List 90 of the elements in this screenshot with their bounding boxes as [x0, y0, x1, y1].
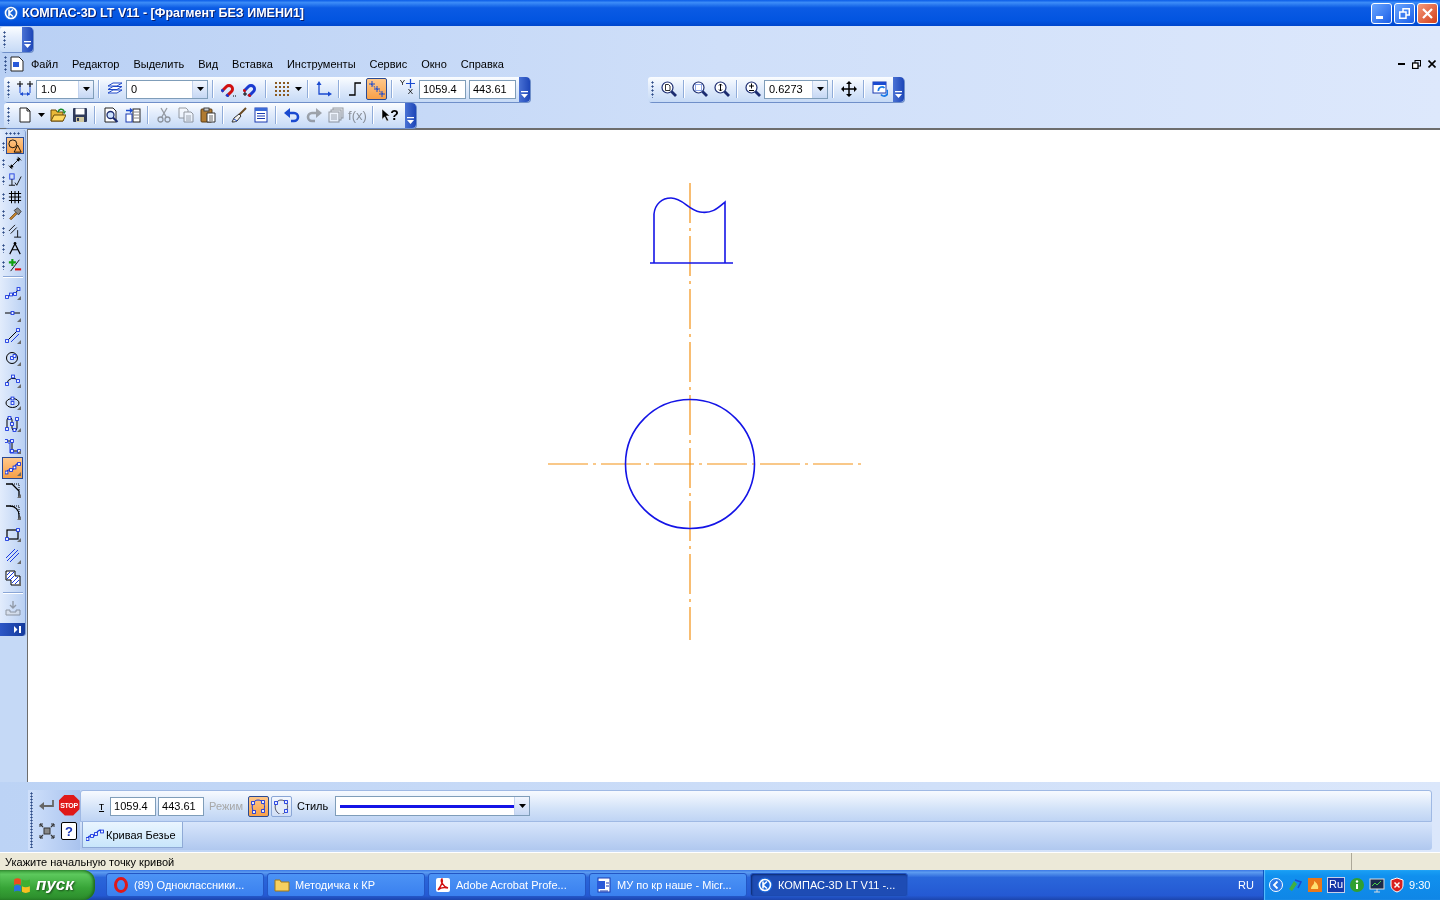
help-button[interactable]: ? [61, 822, 77, 840]
menu-item[interactable]: Сервис [362, 56, 415, 72]
caret-icon[interactable] [518, 804, 526, 808]
menu-item[interactable]: Файл [24, 56, 66, 72]
caret-icon[interactable] [37, 113, 45, 117]
toolbar-grip[interactable] [4, 55, 7, 73]
toolbar-grip[interactable] [2, 140, 5, 151]
layer-combo[interactable]: 0 [126, 79, 208, 99]
dropdown-button[interactable] [514, 797, 530, 815]
arrow-cursor-icon[interactable] [381, 108, 391, 122]
dropdown-button[interactable] [78, 80, 93, 98]
toolbar-grip[interactable] [4, 130, 21, 137]
toolbar-options-button[interactable] [893, 76, 904, 102]
caret-icon[interactable] [196, 87, 204, 91]
menu-item[interactable]: Окно [414, 56, 454, 72]
line-style-combo[interactable] [335, 796, 531, 816]
menu-item[interactable]: Вид [191, 56, 226, 72]
x-coordinate-field[interactable]: 1059.4 [419, 79, 466, 99]
dropdown-button[interactable] [192, 80, 207, 98]
restore-button[interactable] [1394, 2, 1415, 24]
scale-combo[interactable]: 0.6273 [764, 79, 828, 99]
document-icon[interactable] [10, 56, 24, 72]
point-label: т [99, 800, 105, 812]
close-icon[interactable] [1428, 60, 1436, 68]
bar-caret-icon[interactable] [895, 90, 902, 98]
bezier-curve-tab[interactable]: Кривая Безье [82, 822, 183, 848]
flag-icon[interactable] [13, 876, 32, 894]
crosshair-icon[interactable] [406, 78, 415, 88]
toolbar-options-button[interactable] [519, 76, 530, 102]
y-coordinate-field[interactable]: 443.61 [469, 79, 516, 99]
flame-tile-icon[interactable] [1307, 877, 1323, 893]
toolbar-grip[interactable] [3, 30, 6, 48]
toolbar-grip[interactable] [2, 208, 5, 219]
swirl-icon[interactable] [435, 877, 451, 893]
toolbar-grip[interactable] [2, 242, 5, 253]
line-sample-icon[interactable] [340, 804, 515, 808]
slash-arrow-icon[interactable] [1287, 877, 1303, 893]
cursor-coordinates-button[interactable]: Y X [397, 78, 418, 100]
toolbar-grip[interactable] [651, 80, 654, 98]
curve-points-icon[interactable] [86, 828, 104, 841]
caret-icon[interactable] [82, 87, 90, 91]
help-button[interactable]: ? [378, 104, 402, 126]
toolbar-grip[interactable] [2, 157, 5, 168]
dropdown-button[interactable] [812, 80, 827, 98]
bar-caret-icon[interactable] [24, 40, 31, 48]
bar-caret-icon[interactable] [407, 116, 414, 124]
restore-icon[interactable] [1412, 59, 1421, 69]
close-button[interactable] [1417, 2, 1438, 24]
page-lines-icon[interactable] [596, 877, 612, 893]
app-logo-icon [3, 5, 19, 21]
expand-corners-icon[interactable] [39, 823, 55, 839]
folder-icon[interactable] [274, 877, 290, 893]
app-logo-icon[interactable] [757, 877, 773, 893]
step-combo[interactable]: 1.0 [36, 79, 94, 99]
arrow-bar-icon[interactable] [14, 626, 21, 633]
menu-item[interactable]: Выделить [126, 56, 192, 72]
taskbar-button[interactable]: КОМПАС-3D LT V11 -... [750, 873, 908, 897]
panel-grip[interactable] [30, 792, 33, 848]
shield-icon[interactable] [1389, 877, 1406, 893]
x-coordinate-field[interactable]: 1059.4 [110, 796, 157, 816]
clock: 9:30 [1409, 879, 1432, 891]
minimize-icon[interactable] [1376, 15, 1383, 19]
language-indicator[interactable]: RU [1238, 879, 1254, 891]
toolbar-grip[interactable] [2, 259, 5, 270]
mode-label: Режим [209, 800, 243, 812]
toolbar-options-button[interactable] [22, 26, 33, 52]
language-indicator[interactable]: Ru [1327, 877, 1346, 893]
chevron-circle-icon[interactable] [1269, 878, 1283, 892]
toolbar-grip[interactable] [2, 225, 5, 236]
monitor-icon[interactable] [1369, 877, 1386, 893]
toolbar-options-button[interactable] [405, 102, 416, 128]
toolbar-grip[interactable] [7, 80, 10, 98]
info-icon[interactable] [1349, 877, 1366, 893]
y-coordinate-field[interactable]: 443.61 [158, 796, 205, 816]
panel-options-button[interactable] [0, 623, 25, 636]
toolbar-grip[interactable] [2, 174, 5, 185]
window-title: КОМПАС-3D LT V11 - [Фрагмент БЕЗ ИМЕНИ1] [22, 6, 305, 20]
menu-item[interactable]: Инструменты [279, 56, 363, 72]
status-text: Укажите начальную точку кривой [5, 855, 175, 868]
menu-item[interactable]: Редактор [65, 56, 127, 72]
menu-item[interactable]: Вставка [225, 56, 280, 72]
toolbar-grip[interactable] [2, 191, 5, 202]
style-label: Стиль [296, 800, 329, 812]
bar-caret-icon[interactable] [521, 90, 528, 98]
enter-arrow-icon[interactable] [39, 799, 55, 811]
toolbar-grip[interactable] [7, 106, 10, 124]
minimize-button[interactable] [1371, 2, 1392, 24]
caret-icon[interactable] [294, 87, 302, 91]
caret-icon[interactable] [816, 87, 824, 91]
menu-item[interactable]: Справка [453, 56, 511, 72]
